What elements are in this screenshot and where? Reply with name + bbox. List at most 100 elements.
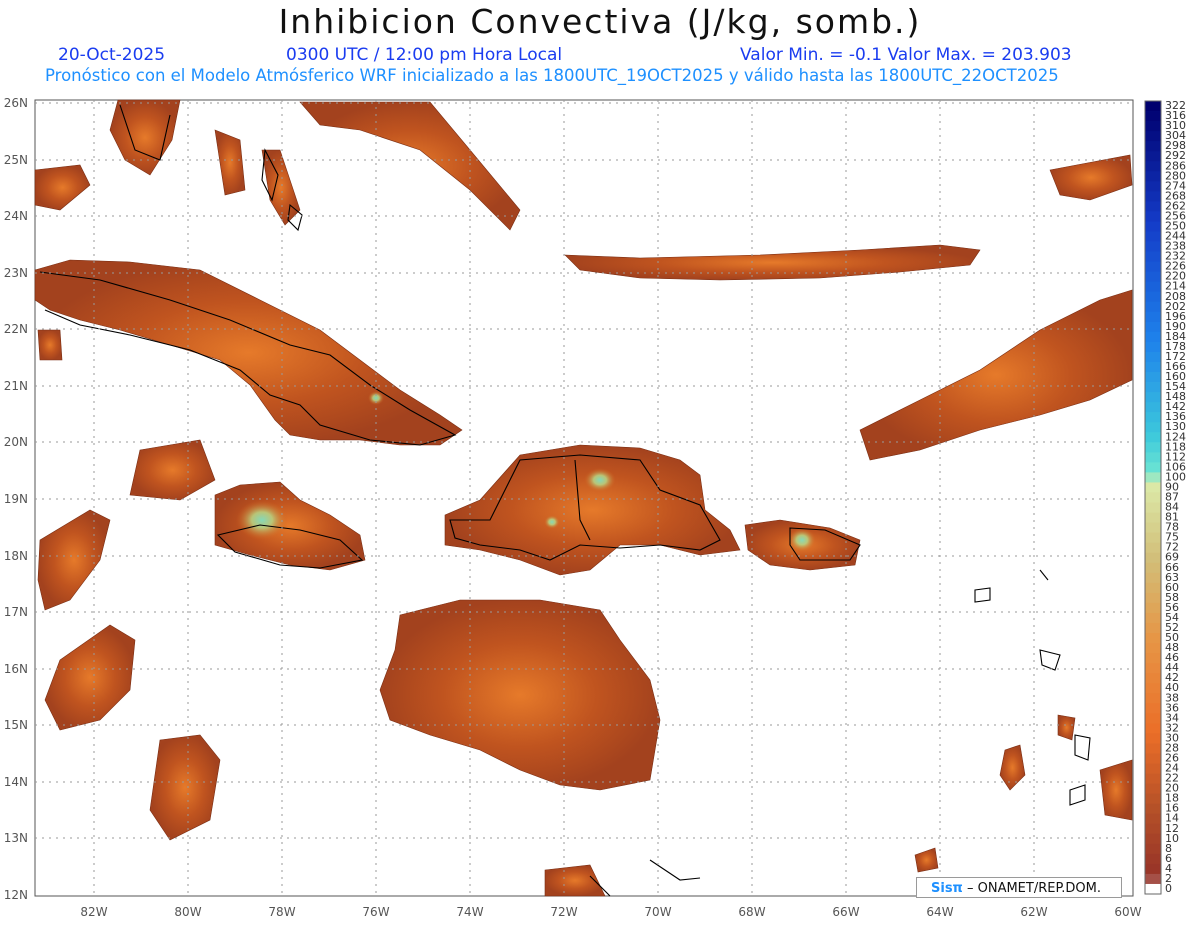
colorbar-swatch (1145, 532, 1161, 544)
colorbar-swatch (1145, 713, 1161, 724)
colorbar-swatch (1145, 372, 1161, 383)
lat-label: 22N (4, 322, 28, 336)
colorbar-label: 0 (1165, 882, 1172, 895)
colorbar-swatch (1145, 823, 1161, 835)
lat-label: 16N (4, 662, 28, 676)
colorbar-swatch (1145, 482, 1161, 493)
colorbar-swatch (1145, 492, 1161, 503)
colorbar-swatch (1145, 331, 1161, 343)
colorbar-swatch (1145, 663, 1161, 674)
forecast-date: 20-Oct-2025 (58, 45, 166, 65)
lon-label: 70W (644, 905, 671, 919)
lat-label: 20N (4, 435, 28, 449)
lon-label: 72W (550, 905, 577, 919)
value-range: Valor Min. = -0.1 Valor Max. = 203.903 (740, 45, 1072, 65)
forecast-subtitle: Pronóstico con el Modelo Atmósferico WRF… (45, 66, 1059, 85)
colorbar-swatch (1145, 602, 1161, 614)
colorbar-swatch (1145, 572, 1161, 584)
page-title: Inhibicion Convectiva (J/kg, somb.) (278, 2, 922, 41)
lat-label: 26N (4, 96, 28, 110)
colorbar-swatch (1145, 773, 1161, 784)
colorbar-swatch (1145, 311, 1161, 323)
colorbar-swatch (1145, 351, 1161, 363)
sispi-logo: Sisπ (931, 881, 963, 896)
colorbar-swatch (1145, 412, 1161, 423)
colorbar-swatch (1145, 291, 1161, 303)
colorbar-swatch (1145, 813, 1161, 825)
colorbar-swatch (1145, 612, 1161, 624)
colorbar-swatch (1145, 402, 1161, 413)
lon-label: 66W (832, 905, 859, 919)
colorbar-swatch (1145, 121, 1161, 132)
colorbar-swatch (1145, 853, 1161, 865)
colorbar-swatch (1145, 161, 1161, 172)
colorbar-swatch (1145, 171, 1161, 182)
lat-label: 17N (4, 605, 28, 619)
credit-box: Sisπ – ONAMET/REP.DOM. (916, 877, 1122, 898)
forecast-time: 0300 UTC / 12:00 pm Hora Local (286, 45, 563, 65)
colorbar-swatch (1145, 753, 1161, 764)
lon-label: 62W (1020, 905, 1047, 919)
lon-label: 80W (174, 905, 201, 919)
lat-label: 19N (4, 492, 28, 506)
map-canvas: 26N 25N 24N 23N 22N 21N 20N 19N 18N 17N … (4, 96, 1186, 919)
colorbar-swatch (1145, 883, 1161, 895)
colorbar-swatch (1145, 251, 1161, 263)
colorbar-swatch (1145, 382, 1161, 393)
colorbar-swatch (1145, 743, 1161, 754)
colorbar-swatch (1145, 653, 1161, 664)
lon-label: 76W (362, 905, 389, 919)
colorbar-swatch (1145, 833, 1161, 845)
colorbar-swatch (1145, 361, 1161, 373)
colorbar-swatch (1145, 472, 1161, 483)
colorbar-swatch (1145, 151, 1161, 162)
lat-labels: 26N 25N 24N 23N 22N 21N 20N 19N 18N 17N … (4, 96, 28, 902)
colorbar-swatch (1145, 622, 1161, 634)
colorbar-swatch (1145, 301, 1161, 313)
colorbar-swatch (1145, 793, 1161, 805)
colorbar-swatch (1145, 101, 1161, 112)
colorbar-swatch (1145, 723, 1161, 734)
colorbar-swatch (1145, 803, 1161, 815)
colorbar-swatch (1145, 522, 1161, 534)
colorbar-swatch (1145, 392, 1161, 403)
colorbar-swatch (1145, 552, 1161, 564)
colorbar-swatch (1145, 211, 1161, 222)
colorbar-swatch (1145, 643, 1161, 654)
colorbar-swatch (1145, 542, 1161, 554)
colorbar-swatch (1145, 452, 1161, 463)
colorbar-swatch (1145, 241, 1161, 252)
colorbar-swatch (1145, 462, 1161, 473)
colorbar-swatch (1145, 221, 1161, 232)
credit-agency: – ONAMET/REP.DOM. (966, 881, 1102, 896)
colorbar-swatch (1145, 432, 1161, 443)
colorbar-swatch (1145, 341, 1161, 353)
lon-label: 82W (80, 905, 107, 919)
colorbar-swatch (1145, 191, 1161, 202)
colorbar-swatch (1145, 261, 1161, 273)
lon-label: 68W (738, 905, 765, 919)
lon-label: 78W (268, 905, 295, 919)
colorbar-swatch (1145, 673, 1161, 684)
colorbar-swatch (1145, 141, 1161, 152)
lat-label: 18N (4, 549, 28, 563)
lat-label: 13N (4, 831, 28, 845)
colorbar-swatch (1145, 582, 1161, 594)
lat-label: 12N (4, 888, 28, 902)
lon-labels: 82W 80W 78W 76W 74W 72W 70W 68W 66W 64W … (80, 905, 1141, 919)
colorbar-swatch (1145, 873, 1161, 885)
colorbar-swatch (1145, 131, 1161, 142)
lon-label: 60W (1114, 905, 1141, 919)
lat-label: 14N (4, 775, 28, 789)
colorbar-swatch (1145, 231, 1161, 242)
colorbar-swatch (1145, 693, 1161, 704)
colorbar-swatch (1145, 111, 1161, 122)
colorbar-swatch (1145, 683, 1161, 694)
colorbar-swatch (1145, 562, 1161, 574)
colorbar-swatch (1145, 271, 1161, 283)
lat-label: 21N (4, 379, 28, 393)
colorbar-swatch (1145, 281, 1161, 293)
colorbar-swatch (1145, 592, 1161, 604)
colorbar-swatch (1145, 783, 1161, 795)
colorbar-swatch (1145, 633, 1161, 644)
